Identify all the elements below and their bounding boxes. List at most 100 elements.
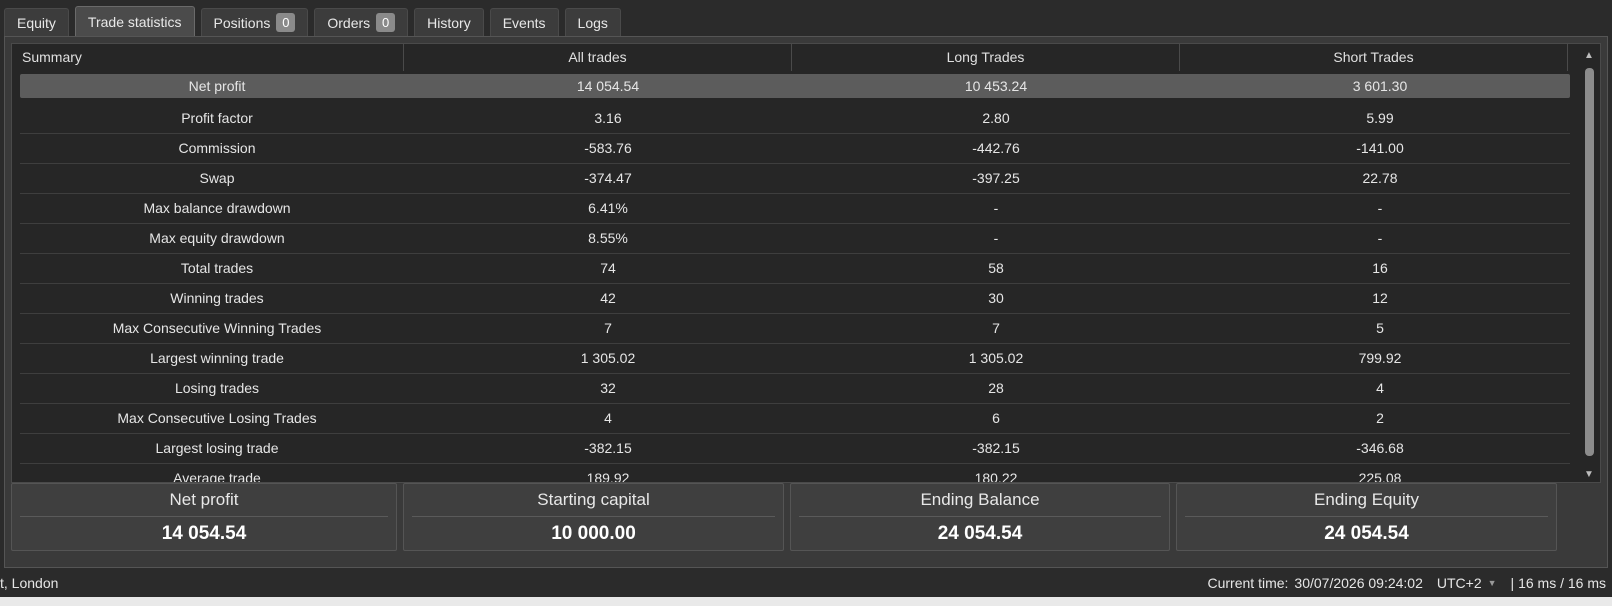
short-trades-value: 5.99 <box>1366 110 1394 126</box>
card-title: Net profit <box>20 490 388 517</box>
all-trades-value: -382.15 <box>584 440 632 456</box>
latency-text: | 16 ms / 16 ms <box>1510 575 1606 591</box>
all-trades-value: 74 <box>600 260 616 276</box>
short-trades-value: 22.78 <box>1362 170 1398 186</box>
table-row[interactable]: Largest losing trade -382.15 -382.15 -34… <box>20 434 1570 464</box>
short-trades-value: 799.92 <box>1358 350 1402 366</box>
tab-events[interactable]: Events <box>489 8 559 36</box>
column-header-long-trades[interactable]: Long Trades <box>792 44 1180 71</box>
row-label: Commission <box>178 140 256 156</box>
status-right-group: Current time: 30/07/2026 09:24:02 UTC+2 … <box>1202 575 1607 591</box>
all-trades-value: -374.47 <box>584 170 632 186</box>
table-row[interactable]: Commission -583.76 -442.76 -141.00 <box>20 134 1570 164</box>
all-trades-value: 14 054.54 <box>576 78 640 94</box>
tab-equity[interactable]: Equity <box>4 8 69 36</box>
long-trades-value: 10 453.24 <box>964 78 1028 94</box>
long-trades-value: -442.76 <box>972 140 1020 156</box>
long-trades-value: 7 <box>992 320 1000 336</box>
all-trades-value: 8.55% <box>588 230 628 246</box>
vertical-scrollbar[interactable]: ▲ ▼ <box>1580 44 1600 482</box>
table-header: Summary All trades Long Trades Short Tra… <box>12 44 1580 71</box>
status-bar: t, London Current time: 30/07/2026 09:24… <box>0 575 1612 595</box>
count-badge: 0 <box>376 13 396 32</box>
table-row[interactable]: Max equity drawdown 8.55% - - <box>20 224 1570 254</box>
table-row[interactable]: Largest winning trade 1 305.02 1 305.02 … <box>20 344 1570 374</box>
timezone-select[interactable]: UTC+2 <box>1437 575 1482 591</box>
short-trades-value: -346.68 <box>1356 440 1404 456</box>
row-label: Max Consecutive Winning Trades <box>112 320 322 336</box>
row-label: Swap <box>199 170 235 186</box>
row-label: Net profit <box>188 78 246 94</box>
row-label: Max equity drawdown <box>149 230 285 246</box>
tab-label: Logs <box>577 14 608 31</box>
all-trades-value: 3.16 <box>594 110 622 126</box>
scroll-up-arrow-icon[interactable]: ▲ <box>1584 50 1594 61</box>
column-header-summary[interactable]: Summary <box>12 44 404 71</box>
tab-label: Trade statistics <box>87 13 182 30</box>
scroll-down-arrow-icon[interactable]: ▼ <box>1584 469 1594 480</box>
table-row[interactable]: Max Consecutive Losing Trades 4 6 2 <box>20 404 1570 434</box>
card-value: 10 000.00 <box>551 523 636 544</box>
all-trades-value: 7 <box>604 320 612 336</box>
table-row[interactable]: Average trade 189.92 180.22 225.08 <box>20 464 1570 483</box>
location-text: t, London <box>0 575 59 591</box>
tab-label: Orders <box>327 14 371 31</box>
bottom-strip <box>0 597 1612 606</box>
scrollbar-thumb[interactable] <box>1585 68 1594 456</box>
tab-label: History <box>427 14 471 31</box>
short-trades-value: 225.08 <box>1358 470 1402 483</box>
chevron-down-icon[interactable]: ▼ <box>1488 578 1497 588</box>
tab-trade-statistics[interactable]: Trade statistics <box>74 6 195 36</box>
table-row[interactable]: Net profit 14 054.54 10 453.24 3 601.30 <box>20 74 1570 98</box>
card-title: Starting capital <box>412 490 775 517</box>
long-trades-value: -382.15 <box>972 440 1020 456</box>
table-row[interactable]: Total trades 74 58 16 <box>20 254 1570 284</box>
row-label: Largest winning trade <box>150 350 284 366</box>
all-trades-value: 4 <box>604 410 612 426</box>
long-trades-value: -397.25 <box>972 170 1020 186</box>
tab-label: Events <box>502 14 546 31</box>
tab-orders[interactable]: Orders 0 <box>314 8 409 36</box>
row-label: Winning trades <box>170 290 264 306</box>
long-trades-value: - <box>993 200 999 216</box>
table-row[interactable]: Losing trades 32 28 4 <box>20 374 1570 404</box>
short-trades-value: 4 <box>1376 380 1384 396</box>
ending-balance-card: Ending Balance 24 054.54 <box>790 483 1170 551</box>
trade-statistics-window: Equity Trade statistics Positions 0 Order… <box>0 0 1612 606</box>
starting-capital-card: Starting capital 10 000.00 <box>403 483 784 551</box>
tab-logs[interactable]: Logs <box>564 8 621 36</box>
tab-positions[interactable]: Positions 0 <box>200 8 309 36</box>
column-header-short-trades[interactable]: Short Trades <box>1180 44 1568 71</box>
table-row[interactable]: Profit factor 3.16 2.80 5.99 <box>20 104 1570 134</box>
row-label: Losing trades <box>174 380 260 396</box>
column-header-all-trades[interactable]: All trades <box>404 44 792 71</box>
long-trades-value: 2.80 <box>982 110 1010 126</box>
short-trades-value: - <box>1377 200 1383 216</box>
statistics-panel: Summary All trades Long Trades Short Tra… <box>4 36 1608 568</box>
table-row[interactable]: Swap -374.47 -397.25 22.78 <box>20 164 1570 194</box>
row-label: Max Consecutive Losing Trades <box>117 410 317 426</box>
net-profit-card: Net profit 14 054.54 <box>11 483 397 551</box>
long-trades-value: 1 305.02 <box>968 350 1024 366</box>
table-row[interactable]: Winning trades 42 30 12 <box>20 284 1570 314</box>
table-row[interactable]: Max balance drawdown 6.41% - - <box>20 194 1570 224</box>
long-trades-value: 180.22 <box>974 470 1018 483</box>
all-trades-value: 6.41% <box>588 200 628 216</box>
card-value: 24 054.54 <box>937 523 1023 544</box>
short-trades-value: - <box>1377 230 1383 246</box>
table-row[interactable]: Max Consecutive Winning Trades 7 7 5 <box>20 314 1570 344</box>
all-trades-value: 189.92 <box>586 470 630 483</box>
short-trades-value: 5 <box>1376 320 1384 336</box>
short-trades-value: 2 <box>1376 410 1384 426</box>
all-trades-value: -583.76 <box>584 140 632 156</box>
tab-label: Positions <box>213 14 271 31</box>
count-badge: 0 <box>276 13 296 32</box>
row-label: Profit factor <box>181 110 253 126</box>
long-trades-value: 6 <box>992 410 1000 426</box>
long-trades-value: 58 <box>988 260 1004 276</box>
tab-bar: Equity Trade statistics Positions 0 Order… <box>4 6 627 36</box>
tab-history[interactable]: History <box>414 8 484 36</box>
short-trades-value: 12 <box>1372 290 1388 306</box>
ending-equity-card: Ending Equity 24 054.54 <box>1176 483 1557 551</box>
card-title: Ending Balance <box>799 490 1161 517</box>
